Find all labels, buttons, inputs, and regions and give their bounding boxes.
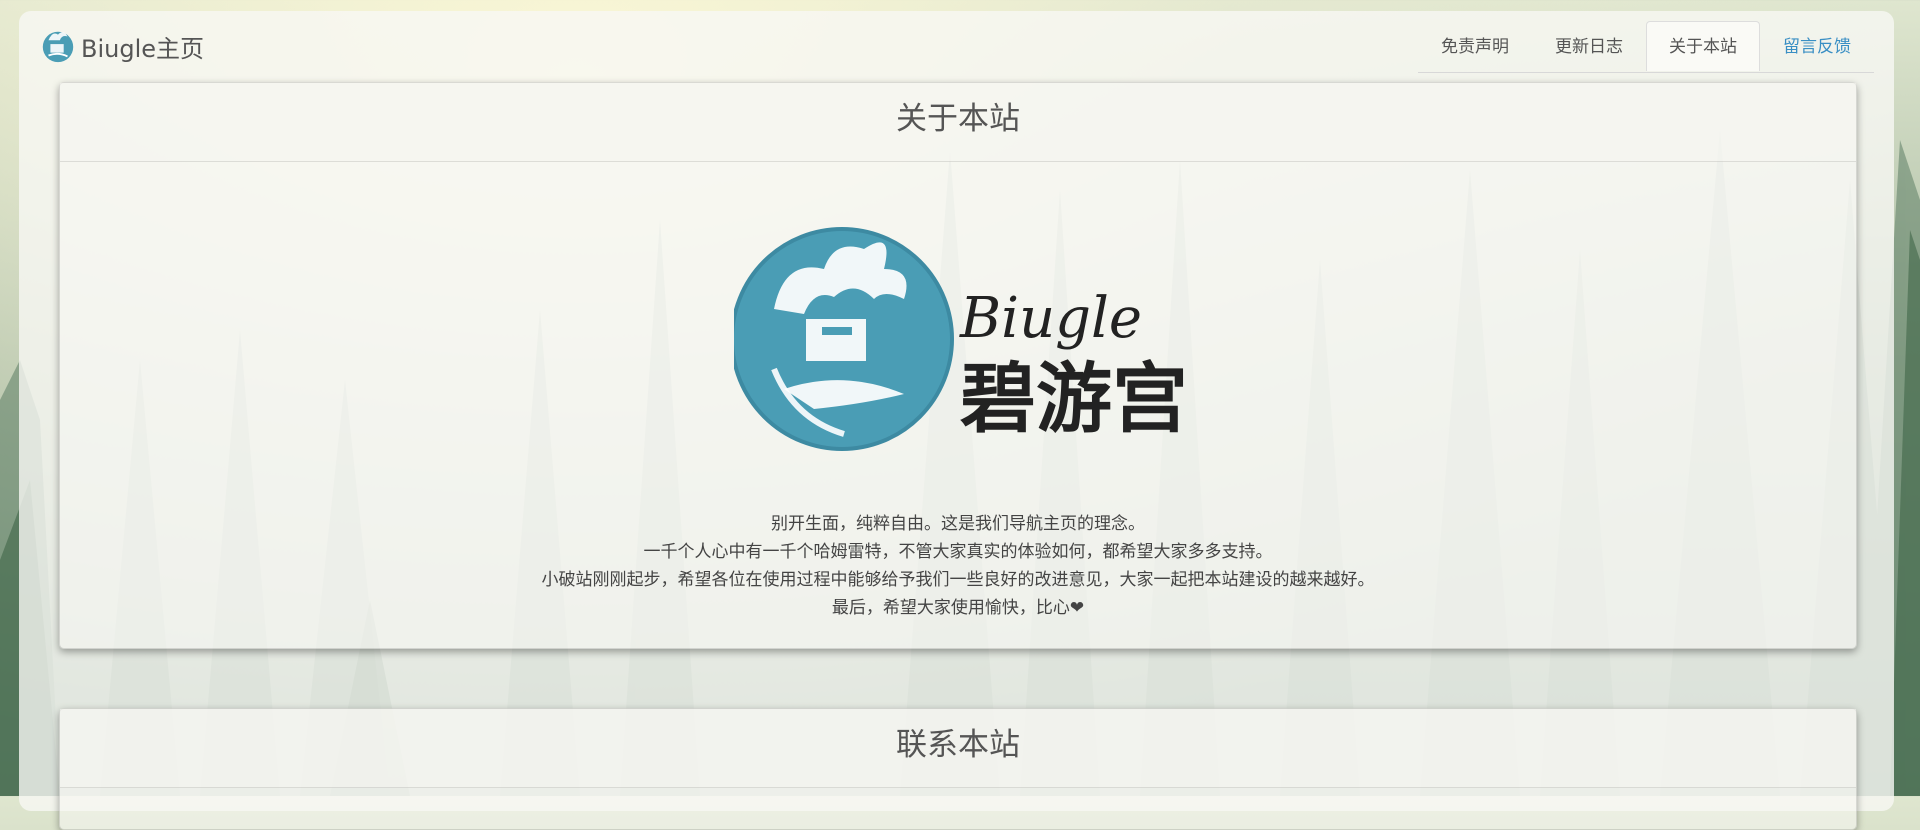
about-line: 最后，希望大家使用愉快，比心❤ [831,598,1085,618]
biugle-hero-logo: Biugle 碧游宫 [734,227,1188,451]
main-panel: Biugle主页 免责声明 更新日志 关于本站 留言反馈 关于本站 Biugle… [19,11,1894,830]
contact-card: 联系本站 [59,708,1857,830]
about-title: 关于本站 [60,83,1856,162]
dragon-logo-icon [42,31,74,63]
about-card: 关于本站 Biugle 碧游宫 别开生面，纯粹自由。这是我们导航主页的理念。 一… [59,82,1857,649]
logo-text-en: Biugle [959,286,1142,351]
navbar: Biugle主页 免责声明 更新日志 关于本站 留言反馈 [19,11,1894,73]
contact-title: 联系本站 [60,709,1856,788]
brand-link[interactable]: Biugle主页 [39,27,204,65]
about-line: 一千个人心中有一千个哈姆雷特，不管大家真实的体验如何，都希望大家多多支持。 [643,542,1273,562]
tab-feedback[interactable]: 留言反馈 [1760,21,1874,71]
about-line: 小破站刚刚起步，希望各位在使用过程中能够给予我们一些良好的改进意见，大家一起把本… [541,570,1375,590]
about-description: 别开生面，纯粹自由。这是我们导航主页的理念。 一千个人心中有一千个哈姆雷特，不管… [60,510,1856,622]
logo-text-cn: 碧游宫 [960,354,1188,443]
nav-tabs: 免责声明 更新日志 关于本站 留言反馈 [1418,21,1874,73]
brand-name: Biugle主页 [81,34,205,63]
tab-about[interactable]: 关于本站 [1646,21,1760,71]
tab-changelog[interactable]: 更新日志 [1532,21,1646,71]
tab-disclaimer[interactable]: 免责声明 [1418,21,1532,71]
about-line: 别开生面，纯粹自由。这是我们导航主页的理念。 [771,514,1145,534]
